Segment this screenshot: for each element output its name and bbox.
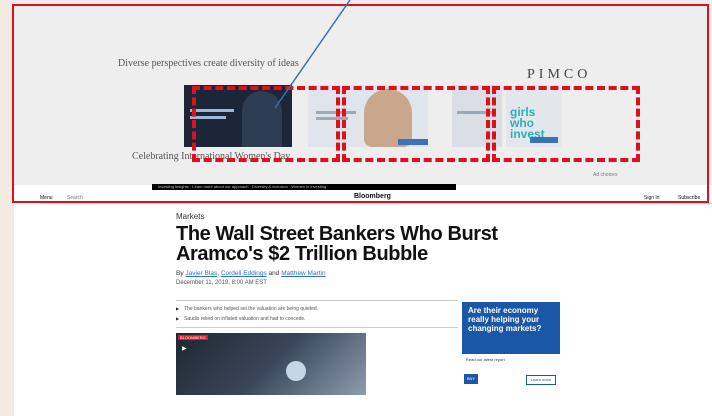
annotation-arrow — [274, 0, 351, 109]
